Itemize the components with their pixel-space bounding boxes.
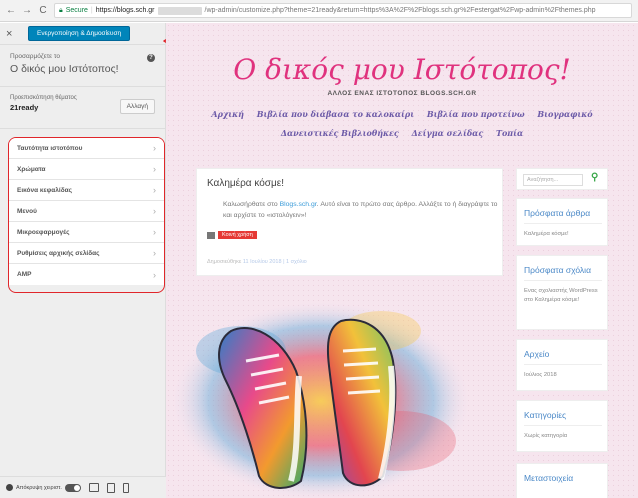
panel-amp[interactable]: AMP › — [9, 264, 164, 285]
post-body-link[interactable]: Blogs.sch.gr — [280, 201, 317, 208]
recent-comment-link[interactable]: Ενας σχολιαστής WordPress στο Καλημέρα κ… — [517, 281, 607, 304]
back-button[interactable]: ← — [6, 5, 16, 16]
post-body-text: Καλωσήρθατε στο — [223, 201, 280, 208]
customizer-panels: Ταυτότητα ιστοτόπου › Χρώματα › Εικόνα κεφ… — [8, 137, 165, 293]
primary-menu-row2: Δανειστικές Βιβλιοθήκες Δείγμα σελίδας Τ… — [166, 128, 638, 138]
panel-label: Εικόνα κεφαλίδας — [17, 186, 73, 194]
chevron-right-icon: › — [153, 185, 156, 195]
chevron-right-icon: › — [153, 248, 156, 258]
toggle-icon — [64, 483, 81, 492]
panel-label: Μικροεφαρμογές — [17, 228, 70, 236]
chevron-right-icon: › — [153, 143, 156, 153]
header-image-sneakers — [171, 301, 471, 498]
address-bar[interactable]: 🔒︎ Secure | https://blogs.sch.gr /wp-adm… — [54, 3, 632, 18]
site-preview: Ο δικός μου Ιστότοπος! ΑΛΛΟΣ ΕΝΑΣ ΙΣΤΟΤΟ… — [166, 23, 638, 498]
archive-link[interactable]: Ιούλιος 2018 — [517, 365, 607, 380]
panel-label: Ρυθμίσεις αρχικής σελίδας — [17, 249, 100, 257]
chevron-right-icon: › — [153, 227, 156, 237]
site-description: ΑΛΛΟΣ ΕΝΑΣ ΙΣΤΟΤΟΠΟΣ BLOGS.SCH.GR — [327, 90, 477, 97]
search-input[interactable]: Αναζήτηση... — [523, 174, 583, 186]
mobile-preview-icon[interactable] — [122, 482, 129, 493]
hide-controls-toggle[interactable]: Απόκρυψη χειριστ. — [6, 483, 81, 492]
chevron-right-icon: › — [153, 269, 156, 280]
desktop-preview-icon[interactable] — [88, 483, 99, 492]
menu-item-cv[interactable]: Βιογραφικό — [537, 109, 592, 119]
sidebar-header: × Ενεργοποίηση & Δημοσίευση — [0, 23, 165, 45]
menu-item-recommended-books[interactable]: Βιβλία που προτείνω — [427, 109, 525, 119]
meta-widget: Μεταστοιχεία — [516, 463, 608, 498]
print-icon[interactable] — [207, 231, 215, 239]
widget-title: Μεταστοιχεία — [524, 473, 574, 483]
menu-item-home[interactable]: Αρχική — [211, 109, 243, 119]
menu-item-landscapes[interactable]: Τοπία — [496, 128, 523, 138]
forward-button[interactable]: → — [22, 5, 32, 16]
collapse-icon — [6, 484, 13, 491]
lock-icon: 🔒︎ — [59, 6, 63, 14]
post-body: Καλωσήρθατε στο Blogs.sch.gr. Αυτό είναι… — [223, 199, 503, 221]
archive-widget: Αρχείο Ιούλιος 2018 — [516, 339, 608, 391]
customizing-label: Προσαρμόζετε το — [10, 53, 60, 60]
search-widget: Αναζήτηση... ⚲ — [516, 168, 608, 190]
reload-button[interactable]: C — [38, 5, 48, 16]
panel-label: Μενού — [17, 207, 37, 215]
recent-comments-widget: Πρόσφατα σχόλια Ενας σχολιαστής WordPres… — [516, 255, 608, 330]
category-link[interactable]: Χωρίς κατηγορία — [517, 426, 607, 441]
url-path: /wp-admin/customize.php?theme=21ready&re… — [204, 7, 596, 14]
url-host: https://blogs.sch.gr — [95, 7, 155, 14]
chevron-right-icon: › — [153, 206, 156, 216]
recent-post-link[interactable]: Καλημέρα κόσμε! — [517, 224, 607, 239]
widget-title: Πρόσφατα σχόλια — [524, 265, 591, 275]
panel-colors[interactable]: Χρώματα › — [9, 159, 164, 180]
site-info-section: Προσαρμόζετε το Ο δικός μου Ιστότοπος! ? — [0, 45, 165, 87]
post-comments-link[interactable]: 1 σχόλιο — [286, 259, 307, 265]
primary-menu-row1: Αρχική Βιβλία που διάβασα το καλοκαίρι Β… — [166, 109, 638, 119]
hide-controls-label: Απόκρυψη χειριστ. — [16, 484, 62, 491]
url-redacted — [157, 6, 202, 15]
search-icon[interactable]: ⚲ — [591, 172, 598, 183]
panel-homepage-settings[interactable]: Ρυθμίσεις αρχικής σελίδας › — [9, 243, 164, 264]
help-icon[interactable]: ? — [147, 54, 155, 62]
panel-widgets[interactable]: Μικροεφαρμογές › — [9, 222, 164, 243]
site-title[interactable]: Ο δικός μου Ιστότοπος! — [166, 53, 638, 86]
panel-label: Χρώματα — [17, 165, 46, 173]
post-date-link[interactable]: 11 Ιουλίου 2018 — [243, 259, 282, 265]
categories-widget: Κατηγορίες Χωρίς κατηγορία — [516, 400, 608, 452]
sidebar-footer: Απόκρυψη χειριστ. — [0, 476, 166, 498]
widget-title: Κατηγορίες — [524, 410, 567, 420]
post-card: Καλημέρα κόσμε! Καλωσήρθατε στο Blogs.sc… — [196, 168, 503, 276]
publish-button[interactable]: Ενεργοποίηση & Δημοσίευση — [28, 26, 131, 41]
panel-menus[interactable]: Μενού › — [9, 201, 164, 222]
customizing-site-name: Ο δικός μου Ιστότοπος! — [10, 63, 119, 75]
post-meta-prefix: Δημοσιεύθηκε — [207, 259, 242, 265]
post-meta-separator: | — [283, 259, 285, 265]
post-meta: Δημοσιεύθηκε 11 Ιουλίου 2018 | 1 σχόλιο — [207, 259, 307, 265]
menu-item-summer-books[interactable]: Βιβλία που διάβασα το καλοκαίρι — [257, 109, 414, 119]
panel-header-image[interactable]: Εικόνα κεφαλίδας › — [9, 180, 164, 201]
theme-section: Προεπισκόπηση θέματος 21ready Αλλαγή — [0, 87, 165, 129]
panel-label: AMP — [17, 271, 32, 278]
secure-label: Secure — [65, 7, 88, 14]
chevron-right-icon: › — [153, 164, 156, 174]
panel-site-identity[interactable]: Ταυτότητα ιστοτόπου › — [9, 138, 164, 159]
url-separator: | — [90, 7, 93, 14]
menu-item-libraries[interactable]: Δανειστικές Βιβλιοθήκες — [281, 128, 399, 138]
post-title[interactable]: Καλημέρα κόσμε! — [207, 178, 284, 189]
recent-posts-widget: Πρόσφατα άρθρα Καλημέρα κόσμε! — [516, 198, 608, 246]
menu-item-sample-page[interactable]: Δείγμα σελίδας — [412, 128, 484, 138]
share-button[interactable]: Κοινή χρήση — [218, 231, 257, 239]
widget-title: Αρχείο — [524, 349, 550, 359]
tablet-preview-icon[interactable] — [106, 482, 115, 493]
widget-title: Πρόσφατα άρθρα — [524, 208, 591, 218]
browser-toolbar: ← → C 🔒︎ Secure | https://blogs.sch.gr /… — [0, 0, 638, 22]
share-row: Κοινή χρήση — [207, 231, 257, 239]
panel-label: Ταυτότητα ιστοτόπου — [17, 144, 83, 152]
close-icon[interactable]: × — [6, 28, 28, 40]
change-theme-button[interactable]: Αλλαγή — [119, 99, 155, 114]
